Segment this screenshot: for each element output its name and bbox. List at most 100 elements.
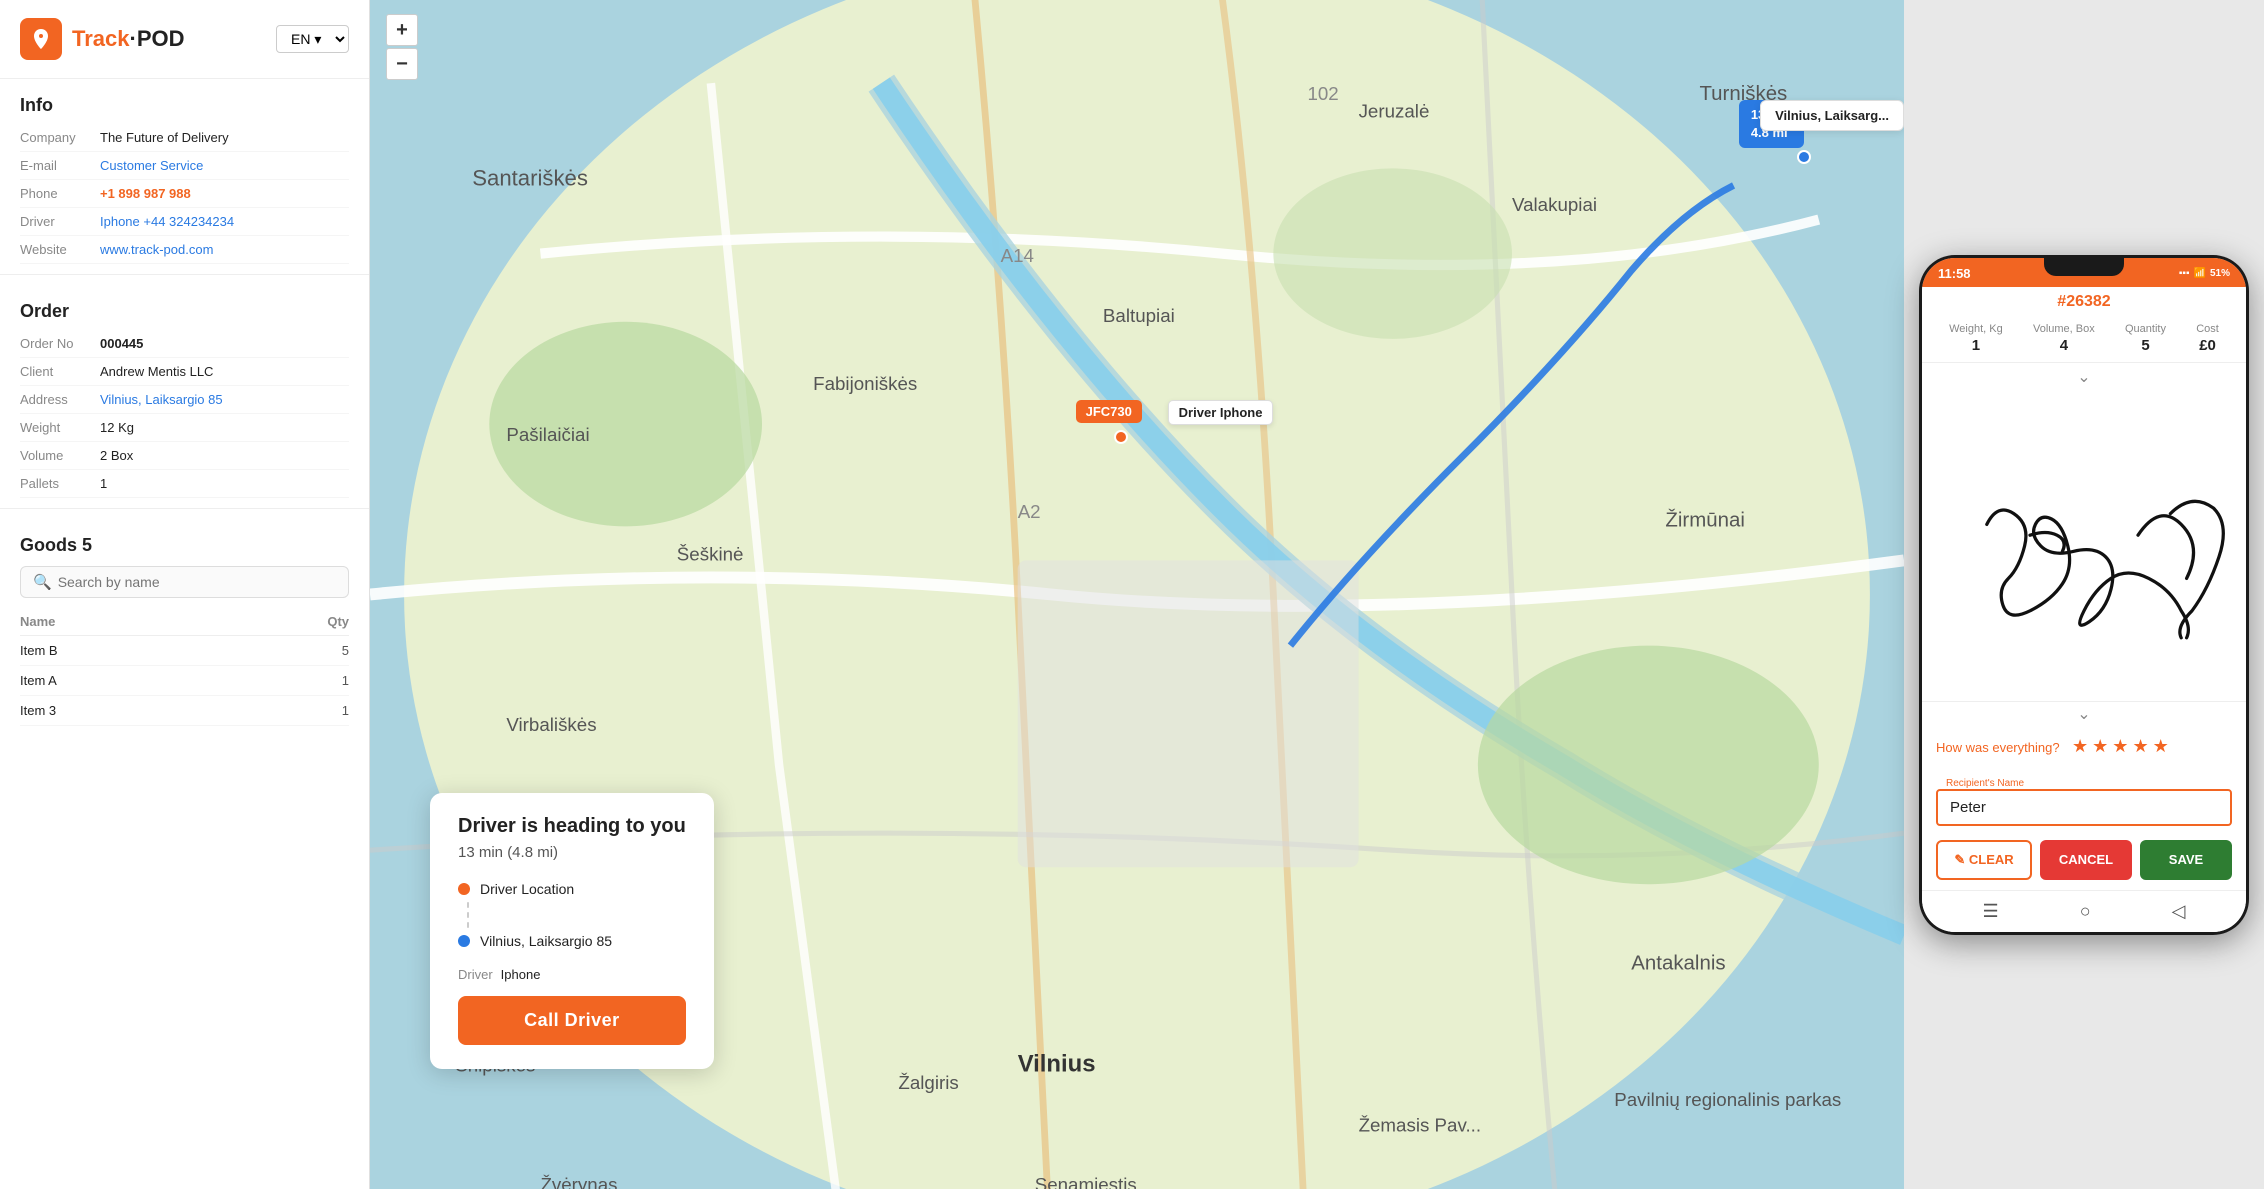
star-4[interactable]: ★ — [2132, 736, 2148, 757]
star-1[interactable]: ★ — [2072, 736, 2088, 757]
address-label: Address — [20, 392, 100, 407]
goods-table: Name Qty Item B 5 Item A 1 Item 3 1 — [20, 610, 349, 726]
destination-dot — [1797, 150, 1811, 164]
driver-value[interactable]: Iphone +44 324234234 — [100, 214, 234, 229]
email-label: E-mail — [20, 158, 100, 173]
svg-text:Vilnius: Vilnius — [1018, 1051, 1096, 1078]
map-area[interactable]: Santariškės Verkiai Turniškės Žirmūnai V… — [370, 0, 1904, 1189]
clear-button[interactable]: ✎ CLEAR — [1936, 840, 2032, 880]
svg-text:Pašilaičiai: Pašilaičiai — [506, 424, 589, 445]
route-item-driver: Driver Location — [458, 877, 686, 901]
order-row-pallets: Pallets 1 — [20, 470, 349, 498]
cancel-button[interactable]: CANCEL — [2040, 840, 2132, 880]
svg-text:Baltupiai: Baltupiai — [1103, 305, 1175, 326]
order-row-no: Order No 000445 — [20, 330, 349, 358]
order-no-label: Order No — [20, 336, 100, 351]
driver-location-dot — [1114, 430, 1128, 444]
phone-frame: 11:58 ▪▪▪ 📶 51% #26382 Weight, Kg 1 Volu… — [1919, 255, 2249, 935]
recipient-name-input[interactable] — [1936, 789, 2232, 826]
col-qty-header: Qty — [229, 610, 349, 636]
client-label: Client — [20, 364, 100, 379]
quantity-col: Quantity 5 — [2125, 323, 2166, 354]
cost-label: Cost — [2196, 323, 2219, 335]
recipient-name-label: Recipient's Name — [1944, 778, 2026, 789]
svg-text:Žvėrynas: Žvėrynas — [540, 1174, 617, 1189]
website-value[interactable]: www.track-pod.com — [100, 242, 213, 257]
phone-value[interactable]: +1 898 987 988 — [100, 186, 191, 201]
svg-text:Žalgiris: Žalgiris — [898, 1072, 958, 1093]
order-row-client: Client Andrew Mentis LLC — [20, 358, 349, 386]
volume-col: Volume, Box 4 — [2033, 323, 2095, 354]
driver-label: Driver — [20, 214, 100, 229]
cost-col: Cost £0 — [2196, 323, 2219, 354]
order-table: Order No 000445 Client Andrew Mentis LLC… — [0, 330, 369, 498]
volume-label: Volume — [20, 448, 100, 463]
quantity-label: Quantity — [2125, 323, 2166, 335]
battery-icon: 51% — [2210, 268, 2230, 279]
wifi-icon: 📶 — [2194, 268, 2206, 279]
phone-label: Phone — [20, 186, 100, 201]
svg-text:Jeruzalė: Jeruzalė — [1359, 100, 1430, 121]
item-name: Item A — [20, 666, 229, 696]
order-row-address: Address Vilnius, Laiksargio 85 — [20, 386, 349, 414]
info-row-email: E-mail Customer Service — [20, 152, 349, 180]
driver-location-label: Driver Location — [480, 881, 574, 897]
info-row-company: Company The Future of Delivery — [20, 124, 349, 152]
item-qty: 1 — [229, 696, 349, 726]
goods-section-title: Goods 5 — [20, 519, 349, 566]
rating-section: How was everything? ★ ★ ★ ★ ★ — [1922, 728, 2246, 763]
bottom-nav: ☰ ○ ◁ — [1922, 890, 2246, 932]
svg-text:Senamiestis: Senamiestis — [1035, 1174, 1137, 1189]
call-driver-button[interactable]: Call Driver — [458, 996, 686, 1045]
zoom-in-button[interactable]: + — [386, 14, 418, 46]
item-qty: 1 — [229, 666, 349, 696]
svg-text:Fabijoniškės: Fabijoniškės — [813, 373, 917, 394]
star-5[interactable]: ★ — [2153, 736, 2169, 757]
star-rating[interactable]: ★ ★ ★ ★ ★ — [2072, 736, 2169, 757]
svg-text:Pavilnių regionalinis parkas: Pavilnių regionalinis parkas — [1614, 1089, 1841, 1110]
pallets-label: Pallets — [20, 476, 100, 491]
svg-text:Šeškinė: Šeškinė — [677, 543, 744, 564]
language-selector[interactable]: EN ▾ — [276, 25, 349, 53]
driver-dot — [458, 883, 470, 895]
search-input[interactable] — [58, 574, 336, 590]
search-box[interactable]: 🔍 — [20, 566, 349, 598]
star-2[interactable]: ★ — [2092, 736, 2108, 757]
address-value[interactable]: Vilnius, Laiksargio 85 — [100, 392, 223, 407]
save-button[interactable]: SAVE — [2140, 840, 2232, 880]
email-value[interactable]: Customer Service — [100, 158, 203, 173]
order-no-value: 000445 — [100, 336, 143, 351]
status-icons: ▪▪▪ 📶 51% — [2179, 268, 2230, 279]
nav-home-icon[interactable]: ○ — [2080, 901, 2091, 922]
phone-container: 11:58 ▪▪▪ 📶 51% #26382 Weight, Kg 1 Volu… — [1904, 0, 2264, 1189]
info-row-driver: Driver Iphone +44 324234234 — [20, 208, 349, 236]
nav-back-icon[interactable]: ◁ — [2172, 901, 2186, 922]
info-row-website: Website www.track-pod.com — [20, 236, 349, 264]
nav-menu-icon[interactable]: ☰ — [1983, 901, 1999, 922]
popup-eta: 13 min (4.8 mi) — [458, 844, 686, 861]
svg-text:Antakalnis: Antakalnis — [1631, 951, 1725, 974]
driver-row-value: Iphone — [501, 967, 541, 982]
collapse-button[interactable]: ⌄ — [1922, 701, 2246, 728]
signal-icon: ▪▪▪ — [2179, 268, 2190, 279]
jfc-label: JFC730 — [1076, 400, 1142, 423]
logo-text-2: POD — [137, 26, 185, 51]
popup-heading: Driver is heading to you — [458, 815, 686, 838]
pallets-value: 1 — [100, 476, 107, 491]
expand-products-button[interactable]: ⌄ — [1922, 363, 2246, 391]
company-label: Company — [20, 130, 100, 145]
map-controls: + − — [386, 14, 418, 80]
svg-text:Žirmūnai: Žirmūnai — [1665, 508, 1745, 531]
signature-area — [1922, 391, 2246, 701]
star-3[interactable]: ★ — [2112, 736, 2128, 757]
driver-info-row: Driver Iphone — [458, 967, 686, 982]
status-time: 11:58 — [1938, 266, 1971, 281]
svg-text:A14: A14 — [1001, 245, 1034, 266]
destination-label: Vilnius, Laiksargio 85 — [480, 933, 612, 949]
info-table: Company The Future of Delivery E-mail Cu… — [0, 124, 369, 264]
volume-box-label: Volume, Box — [2033, 323, 2095, 335]
item-name: Item 3 — [20, 696, 229, 726]
weight-kg-label: Weight, Kg — [1949, 323, 2003, 335]
zoom-out-button[interactable]: − — [386, 48, 418, 80]
driver-iphone-label: Driver Iphone — [1168, 400, 1274, 425]
